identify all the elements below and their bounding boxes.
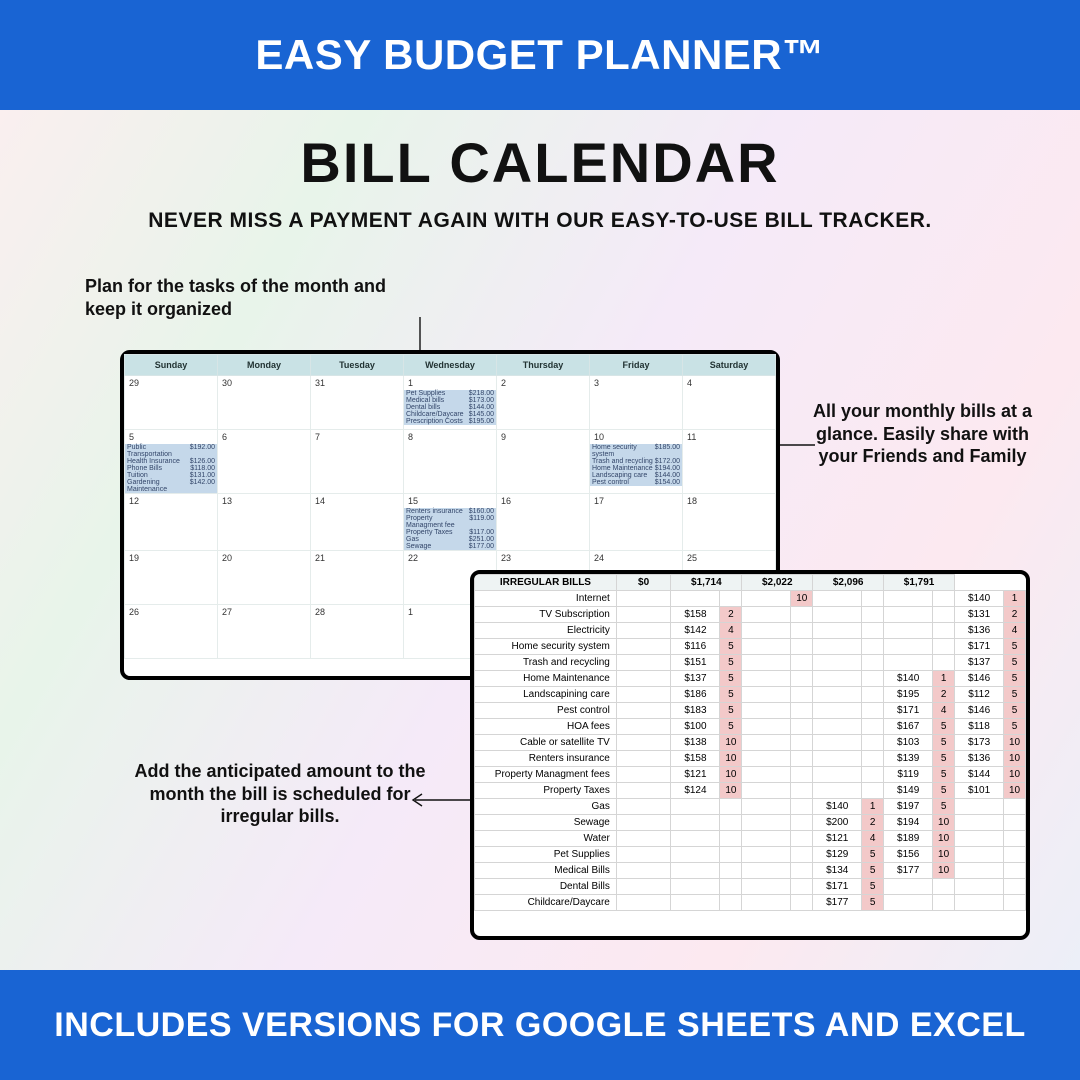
bill-row-label: Gas (475, 799, 617, 815)
callout-irregular: Add the anticipated amount to the month … (130, 760, 430, 828)
page-subtitle: NEVER MISS A PAYMENT AGAIN WITH OUR EASY… (0, 209, 1080, 233)
bill-row-label: Electricity (475, 623, 617, 639)
calendar-cell: 17 (590, 494, 683, 551)
bill-row-label: Cable or satellite TV (475, 735, 617, 751)
bill-row-label: Trash and recycling (475, 655, 617, 671)
bill-row-label: Internet (475, 591, 617, 607)
calendar-day-header: Wednesday (404, 355, 497, 376)
irregular-bills-table: IRREGULAR BILLS$0$1,714$2,022$2,096$1,79… (474, 574, 1026, 911)
bill-row-label: Pest control (475, 703, 617, 719)
calendar-cell: 9 (497, 430, 590, 494)
calendar-cell: 21 (311, 551, 404, 605)
irregular-title: IRREGULAR BILLS (475, 575, 617, 591)
bill-row-label: Landscapining care (475, 687, 617, 703)
calendar-cell: 31 (311, 376, 404, 430)
page-title: BILL CALENDAR (0, 130, 1080, 195)
calendar-cell: 27 (218, 605, 311, 659)
calendar-cell: 26 (125, 605, 218, 659)
calendar-cell: 7 (311, 430, 404, 494)
bill-row-label: Property Taxes (475, 783, 617, 799)
calendar-cell: 13 (218, 494, 311, 551)
calendar-cell: 15Renters insurance$160.00Property Manag… (404, 494, 497, 551)
bill-row-label: Sewage (475, 815, 617, 831)
calendar-cell: 14 (311, 494, 404, 551)
calendar-day-header: Friday (590, 355, 683, 376)
calendar-cell: 3 (590, 376, 683, 430)
calendar-day-header: Thursday (497, 355, 590, 376)
irregular-bills-panel: IRREGULAR BILLS$0$1,714$2,022$2,096$1,79… (470, 570, 1030, 940)
calendar-cell: 29 (125, 376, 218, 430)
calendar-day-header: Tuesday (311, 355, 404, 376)
calendar-cell: 10Home security system$185.00Trash and r… (590, 430, 683, 494)
top-banner: EASY BUDGET PLANNER™ (0, 0, 1080, 110)
calendar-day-header: Sunday (125, 355, 218, 376)
bill-row-label: Home security system (475, 639, 617, 655)
bill-row-label: Childcare/Daycare (475, 895, 617, 911)
bill-row-label: Medical Bills (475, 863, 617, 879)
bill-row-label: Dental Bills (475, 879, 617, 895)
calendar-cell: 12 (125, 494, 218, 551)
calendar-day-header: Saturday (683, 355, 776, 376)
calendar-cell: 2 (497, 376, 590, 430)
calendar-cell: 6 (218, 430, 311, 494)
bill-row-label: Property Managment fees (475, 767, 617, 783)
callout-glance: All your monthly bills at a glance. Easi… (805, 400, 1040, 468)
hero: BILL CALENDAR NEVER MISS A PAYMENT AGAIN… (0, 130, 1080, 233)
calendar-cell: 16 (497, 494, 590, 551)
calendar-cell: 30 (218, 376, 311, 430)
calendar-cell: 19 (125, 551, 218, 605)
calendar-cell: 18 (683, 494, 776, 551)
calendar-cell: 11 (683, 430, 776, 494)
bill-row-label: Pet Supplies (475, 847, 617, 863)
bill-row-label: TV Subscription (475, 607, 617, 623)
calendar-cell: 1Pet Supplies$218.00Medical bills$173.00… (404, 376, 497, 430)
calendar-cell: 20 (218, 551, 311, 605)
calendar-cell: 4 (683, 376, 776, 430)
bill-row-label: Water (475, 831, 617, 847)
bill-row-label: HOA fees (475, 719, 617, 735)
calendar-cell: 28 (311, 605, 404, 659)
calendar-day-header: Monday (218, 355, 311, 376)
bill-row-label: Renters insurance (475, 751, 617, 767)
calendar-cell: 8 (404, 430, 497, 494)
bottom-banner: INCLUDES VERSIONS FOR GOOGLE SHEETS AND … (0, 970, 1080, 1080)
bill-row-label: Home Maintenance (475, 671, 617, 687)
calendar-cell: 5Public Transportation$192.00Health Insu… (125, 430, 218, 494)
